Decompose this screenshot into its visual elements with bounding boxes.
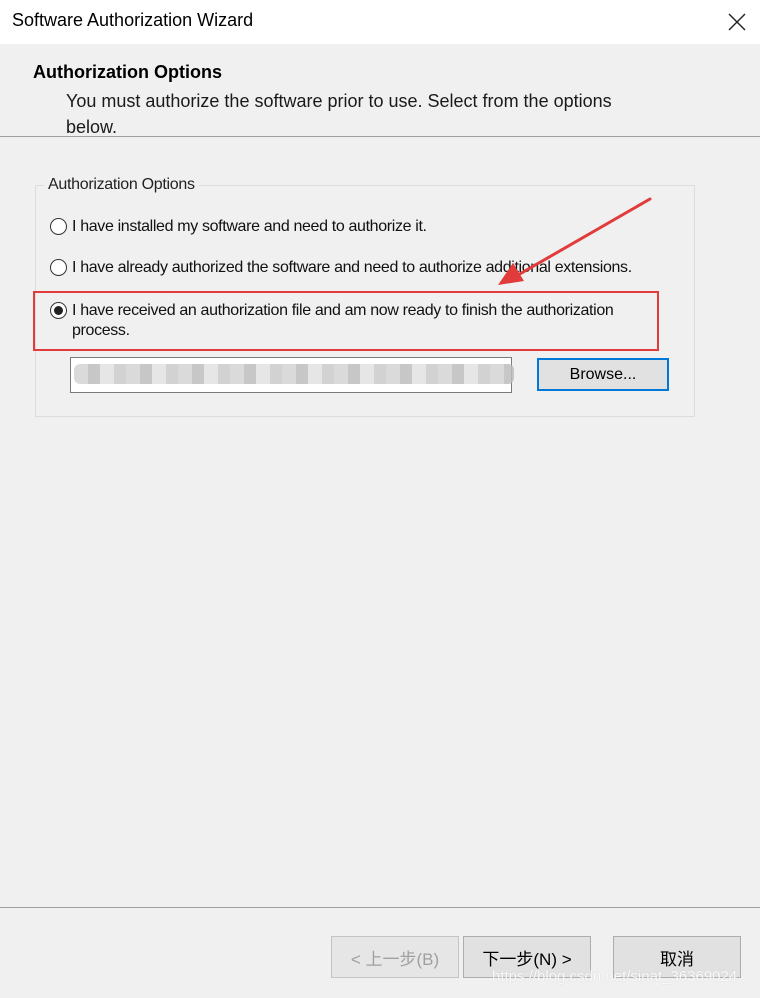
header-title: Authorization Options (33, 62, 222, 82)
title-bar: Software Authorization Wizard (0, 0, 760, 44)
close-icon (728, 13, 746, 31)
authorization-file-path-input[interactable] (70, 357, 512, 393)
browse-button[interactable]: Browse... (537, 358, 669, 391)
header-description: You must authorize the software prior to… (66, 91, 612, 137)
group-legend: Authorization Options (44, 176, 199, 194)
wizard-header: Authorization Options You must authorize… (0, 44, 760, 137)
option-authorization-file[interactable]: I have received an authorization file an… (50, 301, 650, 341)
close-button[interactable] (714, 0, 760, 44)
window-title: Software Authorization Wizard (12, 10, 254, 30)
option-label: I have installed my software and need to… (72, 218, 427, 235)
option-label: I have received an authorization file an… (72, 302, 614, 339)
radio-selected-dot (54, 306, 63, 315)
option-label: I have already authorized the software a… (72, 259, 632, 276)
radio-button[interactable] (50, 259, 67, 276)
arrow-annotation-icon (498, 197, 652, 285)
option-additional-extensions[interactable]: I have already authorized the software a… (50, 258, 632, 278)
cancel-button[interactable]: 取消 (613, 936, 741, 978)
option-install-authorize[interactable]: I have installed my software and need to… (50, 217, 427, 237)
next-button[interactable]: 下一步(N) > (463, 936, 591, 978)
back-button[interactable]: < 上一步(B) (331, 936, 459, 978)
radio-button[interactable] (50, 218, 67, 235)
radio-button-selected[interactable] (50, 302, 67, 319)
footer-divider (0, 907, 760, 908)
